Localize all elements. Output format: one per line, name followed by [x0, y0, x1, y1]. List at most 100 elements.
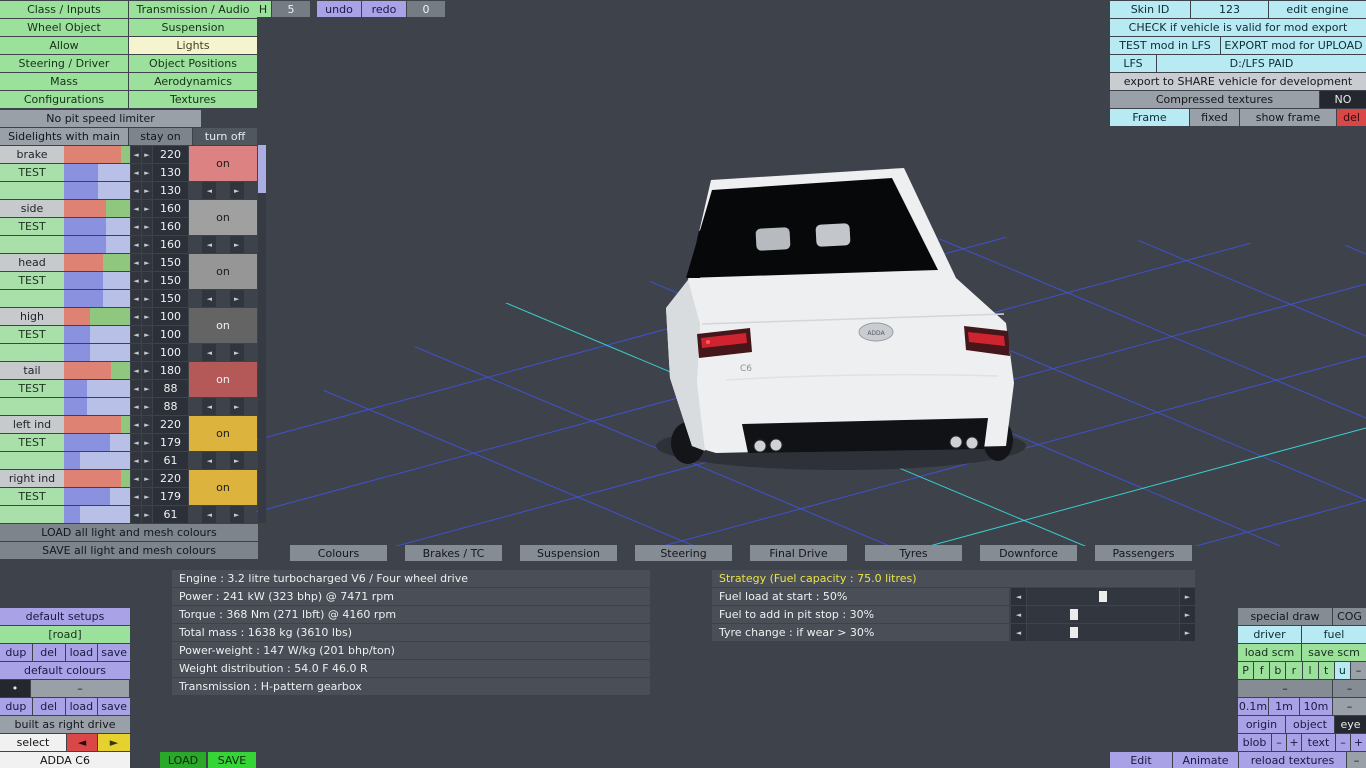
decrease-arrow-button[interactable]: ◄: [131, 146, 141, 163]
setup-dup-button[interactable]: dup: [0, 644, 32, 661]
slider-handle[interactable]: [1070, 609, 1079, 620]
animate-mode-button[interactable]: Animate: [1173, 752, 1238, 768]
increase-arrow-button[interactable]: ►: [142, 218, 152, 235]
tab-suspension[interactable]: Suspension: [520, 545, 617, 561]
menu-configurations[interactable]: Configurations: [0, 91, 128, 108]
default-colours-button[interactable]: default colours: [0, 662, 130, 679]
decrease-arrow-button[interactable]: ◄: [131, 164, 141, 181]
setup-del-button[interactable]: del: [32, 644, 65, 661]
3d-viewport[interactable]: ADDA C6: [256, 128, 1366, 546]
light-test-button[interactable]: TEST: [0, 326, 64, 343]
decrease-arrow-button[interactable]: ◄: [1011, 588, 1026, 605]
increase-arrow-button[interactable]: ►: [142, 416, 152, 433]
menu-wheel-object[interactable]: Wheel Object: [0, 19, 128, 36]
light-next-button[interactable]: ►: [229, 236, 244, 253]
decrease-arrow-button[interactable]: ◄: [131, 362, 141, 379]
menu-aerodynamics[interactable]: Aerodynamics: [129, 73, 257, 90]
draw-letter-button-P[interactable]: P: [1238, 662, 1254, 679]
draw-letter-button-u[interactable]: u: [1334, 662, 1350, 679]
light-next-button[interactable]: ►: [229, 290, 244, 307]
blob-button[interactable]: blob: [1238, 734, 1271, 751]
draw-letter-button-l[interactable]: l: [1302, 662, 1318, 679]
light-red-slider[interactable]: [64, 362, 130, 379]
lights-scrollbar[interactable]: [258, 145, 266, 523]
light-next-button[interactable]: ►: [229, 506, 244, 523]
lfs-path-button[interactable]: D:/LFS PAID: [1157, 55, 1366, 72]
scrollbar-thumb[interactable]: [258, 145, 266, 193]
increase-arrow-button[interactable]: ►: [142, 452, 152, 469]
decrease-arrow-button[interactable]: ◄: [131, 434, 141, 451]
decrease-arrow-button[interactable]: ◄: [131, 200, 141, 217]
setup-save-button[interactable]: save: [98, 644, 130, 661]
light-green-slider[interactable]: [64, 326, 130, 343]
menu-textures[interactable]: Textures: [129, 91, 257, 108]
strategy-slider[interactable]: [1027, 606, 1179, 623]
show-frame-button[interactable]: show frame: [1240, 109, 1336, 126]
increase-arrow-button[interactable]: ►: [142, 326, 152, 343]
eye-button[interactable]: eye: [1335, 716, 1366, 733]
light-blue-slider[interactable]: [64, 344, 130, 361]
edit-engine-button[interactable]: edit engine: [1269, 1, 1366, 18]
colour-dup-button[interactable]: dup: [0, 698, 32, 715]
text-minus-button[interactable]: –: [1336, 734, 1350, 751]
reload-textures-button[interactable]: reload textures: [1239, 752, 1346, 768]
colour-swatch-button[interactable]: •: [0, 680, 30, 697]
colour-load-button[interactable]: load: [65, 698, 98, 715]
light-prev-button[interactable]: ◄: [202, 236, 217, 253]
light-test-button[interactable]: TEST: [0, 218, 64, 235]
tab-tyres[interactable]: Tyres: [865, 545, 962, 561]
test-mod-button[interactable]: TEST mod in LFS: [1110, 37, 1220, 54]
increase-arrow-button[interactable]: ►: [142, 434, 152, 451]
light-prev-button[interactable]: ◄: [202, 182, 217, 199]
light-red-slider[interactable]: [64, 470, 130, 487]
light-on-button[interactable]: on: [189, 146, 257, 181]
light-green-slider[interactable]: [64, 380, 130, 397]
driver-button[interactable]: driver: [1238, 626, 1301, 643]
increase-arrow-button[interactable]: ►: [142, 470, 152, 487]
light-on-button[interactable]: on: [189, 200, 257, 235]
decrease-arrow-button[interactable]: ◄: [131, 308, 141, 325]
skin-id-value[interactable]: 123: [1191, 1, 1268, 18]
light-on-button[interactable]: on: [189, 362, 257, 397]
light-on-button[interactable]: on: [189, 470, 257, 505]
decrease-arrow-button[interactable]: ◄: [131, 236, 141, 253]
history-h-button[interactable]: H: [255, 1, 271, 17]
light-next-button[interactable]: ►: [229, 398, 244, 415]
draw-slot-button[interactable]: –: [1238, 680, 1332, 697]
decrease-arrow-button[interactable]: ◄: [131, 416, 141, 433]
setup-load-button[interactable]: load: [65, 644, 98, 661]
tab-steering[interactable]: Steering: [635, 545, 732, 561]
slider-handle[interactable]: [1070, 627, 1079, 638]
load-scm-button[interactable]: load scm: [1238, 644, 1301, 661]
light-red-slider[interactable]: [64, 254, 130, 271]
scale-1m-button[interactable]: 1m: [1269, 698, 1299, 715]
scale-10m-button[interactable]: 10m: [1300, 698, 1332, 715]
increase-arrow-button[interactable]: ►: [142, 182, 152, 199]
light-prev-button[interactable]: ◄: [202, 398, 217, 415]
text-plus-button[interactable]: +: [1351, 734, 1366, 751]
increase-arrow-button[interactable]: ►: [142, 362, 152, 379]
light-next-button[interactable]: ►: [229, 182, 244, 199]
light-test-button[interactable]: TEST: [0, 488, 64, 505]
increase-arrow-button[interactable]: ►: [142, 254, 152, 271]
text-button[interactable]: text: [1302, 734, 1335, 751]
decrease-arrow-button[interactable]: ◄: [131, 326, 141, 343]
colour-del-button[interactable]: del: [32, 698, 65, 715]
scale-dash-button[interactable]: –: [1333, 698, 1366, 715]
light-blue-slider[interactable]: [64, 236, 130, 253]
light-on-button[interactable]: on: [189, 254, 257, 289]
increase-arrow-button[interactable]: ►: [142, 398, 152, 415]
increase-arrow-button[interactable]: ►: [142, 488, 152, 505]
draw-letter-button-r[interactable]: r: [1286, 662, 1302, 679]
decrease-arrow-button[interactable]: ◄: [131, 254, 141, 271]
increase-arrow-button[interactable]: ►: [1180, 606, 1195, 623]
decrease-arrow-button[interactable]: ◄: [131, 218, 141, 235]
frame-fixed-button[interactable]: fixed: [1190, 109, 1239, 126]
light-prev-button[interactable]: ◄: [202, 452, 217, 469]
decrease-arrow-button[interactable]: ◄: [131, 470, 141, 487]
increase-arrow-button[interactable]: ►: [142, 236, 152, 253]
light-red-slider[interactable]: [64, 308, 130, 325]
light-red-slider[interactable]: [64, 146, 130, 163]
object-button[interactable]: object: [1286, 716, 1334, 733]
menu-mass[interactable]: Mass: [0, 73, 128, 90]
